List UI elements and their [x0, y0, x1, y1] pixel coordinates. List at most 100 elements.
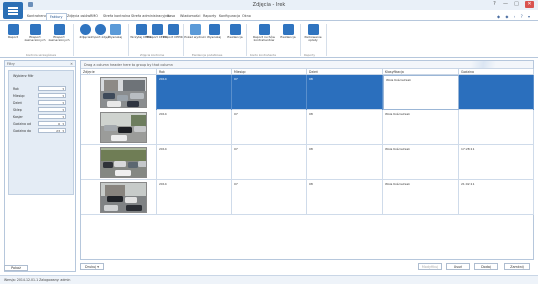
day-cell: 08 [307, 180, 383, 215]
group-label: Ewidencje podatkowe [192, 53, 223, 57]
photo-cell [81, 75, 157, 110]
export-icon [29, 24, 41, 35]
modify-button[interactable]: Modyfikuj [418, 263, 442, 270]
year-cell: 2014 [157, 110, 232, 145]
tab-okno[interactable]: Okno [239, 13, 254, 20]
minimize-button[interactable]: — [501, 1, 510, 8]
records-button-2[interactable]: Ewidencja [277, 24, 299, 39]
group-label: Zdjęcia kontrolne [140, 53, 165, 57]
search-document-icon [109, 24, 121, 35]
menu-icon [8, 7, 18, 9]
print-button[interactable]: Drukuj ▾ [80, 263, 104, 270]
month-cell: 07 [232, 110, 307, 145]
cepik-import-icon [167, 24, 179, 35]
export-icon [53, 24, 65, 35]
import-cepik-button[interactable]: Import CEPIK [162, 24, 184, 39]
filter-panel-title: Filtry [7, 62, 15, 66]
ribbon-right-icons[interactable]: ◆ ◆ ‹ ? ▾ [497, 14, 532, 19]
help-button[interactable]: ? [490, 1, 499, 8]
photo-grid: Drag a column header here to group by th… [80, 60, 534, 260]
filter-row-month: Miesiąc [13, 93, 73, 99]
filter-row-shop: Sklep [13, 107, 73, 113]
year-cell: 2014 [157, 75, 232, 110]
month-select[interactable] [38, 93, 66, 98]
delete-button[interactable]: Usuń [446, 263, 470, 270]
close-button[interactable]: ✕ [525, 1, 534, 8]
action-bar: Drukuj ▾ Modyfikuj Usuń Dodaj Zamknij [80, 262, 534, 272]
classification-cell: Wola Kościelniak [383, 145, 459, 180]
month-cell: 07 [232, 75, 307, 110]
hour-cell: 17:28:11 [459, 145, 534, 180]
year-cell: 2014 [157, 145, 232, 180]
export-selected-button-2[interactable]: Eksport zaznaczonych [48, 24, 70, 43]
car-photo[interactable] [100, 77, 147, 108]
table-row[interactable]: 2014 07 08 Wola Kościelniak 21:02:11 [81, 180, 534, 215]
photo-cell [81, 145, 157, 180]
show-button[interactable]: Pokaż [4, 265, 28, 271]
group-separator [246, 24, 247, 56]
filter-row-year: Rok [13, 86, 73, 92]
month-cell: 07 [232, 180, 307, 215]
app-menu-button[interactable] [3, 2, 23, 19]
filter-row-hour-to: Godzina do 23 [13, 128, 73, 134]
filter-panel-header: Filtry ✕ [5, 61, 75, 67]
tab-kasa[interactable]: Kasa [164, 13, 178, 20]
group-separator [326, 24, 327, 56]
month-cell: 07 [232, 145, 307, 180]
cepik-icon [135, 24, 147, 35]
hour-cell [459, 75, 534, 110]
add-button[interactable]: Dodaj [474, 263, 498, 270]
year-select[interactable] [38, 86, 66, 91]
records-button[interactable]: Ewidencja [224, 24, 246, 39]
classification-cell: Wola Kościelniak [383, 180, 459, 215]
hour-cell: 21:02:11 [459, 180, 534, 215]
filter-row-hour-from: Godzina od 0 [13, 121, 73, 127]
title-bar: Zdjęcia - Irek ? — □ ✕ [0, 0, 538, 10]
search-button[interactable]: Wyszukaj [104, 24, 126, 39]
classification-cell[interactable]: Wola Kościelniak [383, 75, 459, 110]
car-photo[interactable] [100, 112, 147, 143]
contractor-report-button[interactable]: Raport ruchów kontrahentów [251, 24, 277, 43]
filter-row-cashier: Kasjer [13, 114, 73, 120]
pin-icon[interactable]: ✕ [70, 61, 73, 67]
photo-cell [81, 110, 157, 145]
records-icon [282, 24, 294, 35]
shop-select[interactable] [38, 107, 66, 112]
day-select[interactable] [38, 100, 66, 105]
search-button-2[interactable]: Wyszukaj [203, 24, 225, 39]
group-separator [300, 24, 301, 56]
table-row[interactable]: 2014 07 08 Wola Kościelniak [81, 110, 534, 145]
hour-to-select[interactable]: 23 [38, 128, 66, 133]
parking-icon [307, 24, 319, 35]
filter-row-day: Dzień [13, 100, 73, 106]
classification-cell: Wola Kościelniak [383, 110, 459, 145]
group-label: Konto kontrahenta [250, 53, 276, 57]
table-row[interactable]: 2014 07 08 Wola Kościelniak 17:28:11 [81, 145, 534, 180]
print-icon [189, 24, 201, 35]
day-cell: 08 [307, 110, 383, 145]
filter-box: Wybierz filtr Rok Miesiąc Dzień Sklep Ka… [8, 70, 74, 195]
filter-panel: Filtry ✕ Wybierz filtr Rok Miesiąc Dzień… [4, 60, 76, 272]
parking-fees-button[interactable]: Parkowanie opłaty [302, 24, 324, 43]
export-selected-button[interactable]: Eksport zaznaczonych [24, 24, 46, 43]
records-icon [229, 24, 241, 35]
tab-rmo[interactable]: RMO [87, 13, 101, 20]
car-photo[interactable] [100, 182, 147, 213]
ribbon-tabs: Kontrahenci Faktury Zdjęcia osiów RMO St… [24, 13, 538, 20]
cashier-select[interactable] [38, 114, 66, 119]
close-window-button[interactable]: Zamknij [504, 263, 530, 270]
window-title: Zdjęcia - Irek [252, 2, 286, 8]
year-cell: 2014 [157, 180, 232, 215]
maximize-button[interactable]: □ [512, 1, 521, 8]
car-photo[interactable] [100, 147, 147, 178]
table-row[interactable]: ▸ 2014 07 08 Wola Kościelniak [81, 75, 534, 110]
group-by-hint: Drag a column header here to group by th… [81, 61, 533, 69]
raport-button[interactable]: Raport [2, 24, 24, 39]
hour-cell [459, 110, 534, 145]
group-separator [128, 24, 129, 56]
contractor-icon [258, 24, 270, 35]
group-label: Kontrola szczegółowa [26, 53, 57, 57]
day-cell: 08 [307, 75, 383, 110]
group-label: Raporty [304, 53, 315, 57]
hour-from-select[interactable]: 0 [38, 121, 66, 126]
